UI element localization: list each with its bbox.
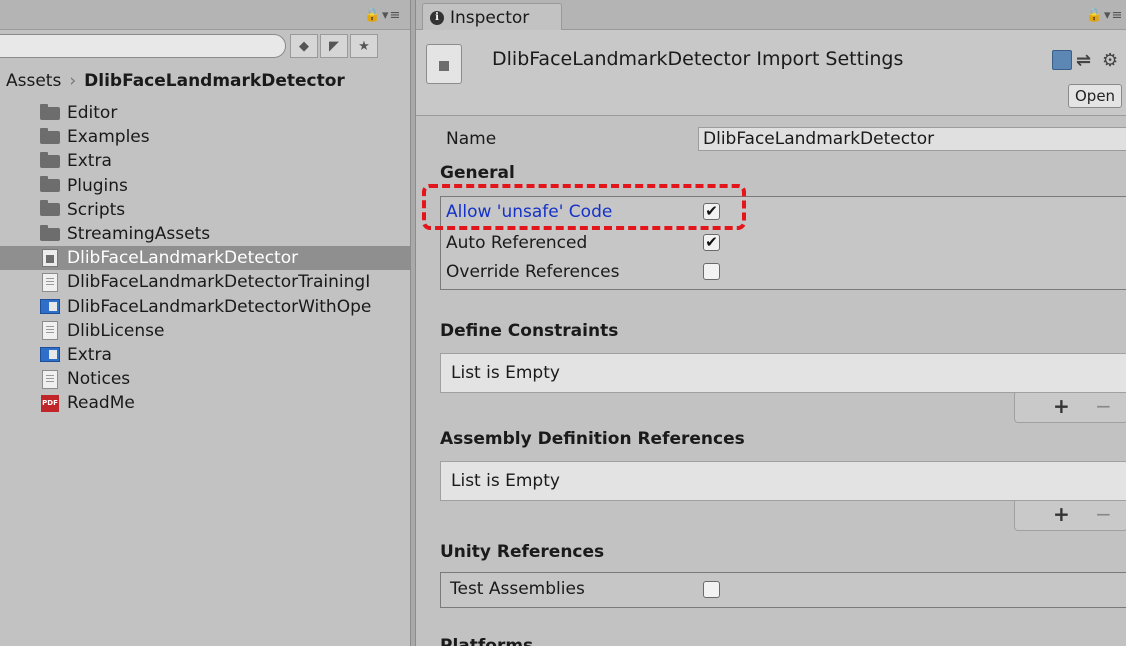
search-by-type-icon[interactable]: ◆ [290, 34, 318, 58]
info-icon: i [430, 10, 444, 25]
asset-item-label: StreamingAssets [67, 224, 211, 245]
tab-inspector-label: Inspector [450, 7, 530, 28]
asset-item[interactable]: DlibFaceLandmarkDetector [0, 246, 410, 271]
pdf-icon: PDF [41, 394, 59, 412]
preset-settings-icon[interactable]: ⇌ [1076, 50, 1096, 71]
asset-item[interactable]: Extra [0, 343, 410, 367]
text-document-icon [42, 369, 58, 389]
define-constraints-add-remove: + − [1014, 393, 1126, 423]
lock-icon[interactable]: 🔒 [364, 8, 381, 23]
folder-icon [40, 127, 60, 144]
open-button[interactable]: Open [1068, 84, 1123, 108]
assembly-references-add-remove: + − [1014, 501, 1126, 531]
search-by-label-icon[interactable]: ◤ [320, 34, 348, 58]
unity-references-title: Unity References [440, 542, 605, 562]
general-section-title: General [440, 163, 515, 183]
override-references-checkbox[interactable] [703, 263, 720, 280]
remove-reference-button[interactable]: − [1095, 502, 1112, 526]
asset-item[interactable]: Editor [0, 101, 410, 125]
asset-item[interactable]: StreamingAssets [0, 222, 410, 246]
inspector-tab-bar: i Inspector 🔒 ▾≡ [416, 0, 1126, 31]
asset-item-label: Extra [67, 151, 112, 172]
override-references-label: Override References [446, 262, 620, 282]
asset-item[interactable]: DlibFaceLandmarkDetectorWithOpe [0, 295, 410, 319]
asset-item[interactable]: PDF ReadMe [0, 391, 410, 415]
add-reference-button[interactable]: + [1053, 502, 1070, 526]
assembly-references-empty-text: List is Empty [451, 471, 560, 491]
breadcrumb-root[interactable]: Assets [6, 71, 61, 91]
text-document-icon [42, 272, 58, 292]
help-icon[interactable] [1052, 50, 1072, 70]
folder-icon [40, 151, 60, 168]
assembly-references-title: Assembly Definition References [440, 429, 745, 449]
assembly-definition-icon [42, 249, 58, 268]
auto-referenced-label: Auto Referenced [446, 233, 588, 253]
project-tab-bar: 🔒 ▾≡ [0, 0, 410, 30]
asset-blue-icon [40, 299, 60, 315]
asset-item-label: ReadMe [67, 393, 135, 414]
asset-item[interactable]: DlibFaceLandmarkDetectorTrainingI [0, 270, 410, 294]
asset-item-label: DlibFaceLandmarkDetectorWithOpe [67, 296, 372, 317]
asset-blue-icon [40, 347, 60, 363]
tab-inspector[interactable]: i Inspector [422, 3, 562, 31]
test-assemblies-label: Test Assemblies [450, 579, 585, 599]
asset-list: Editor Examples Extra Plugins Scripts Streami… [0, 96, 410, 415]
asset-item[interactable]: Plugins [0, 174, 410, 198]
asset-item-label: Notices [67, 369, 131, 390]
remove-constraint-button[interactable]: − [1095, 394, 1112, 418]
inspector-menu-icon[interactable]: ▾≡ [1104, 8, 1123, 23]
breadcrumb-separator: › [69, 71, 77, 91]
asset-item[interactable]: Scripts [0, 198, 410, 222]
folder-icon [40, 200, 60, 217]
folder-icon [40, 103, 60, 120]
asset-item-label: DlibFaceLandmarkDetector [67, 248, 299, 269]
inspector-lock-icon[interactable]: 🔒 [1086, 8, 1103, 23]
asset-item-label: Plugins [67, 175, 128, 196]
asset-item-label: DlibFaceLandmarkDetectorTrainingI [67, 272, 371, 293]
add-constraint-button[interactable]: + [1053, 394, 1070, 418]
favorites-star-icon[interactable]: ★ [350, 34, 378, 58]
folder-icon [40, 224, 60, 241]
define-constraints-list: List is Empty [440, 353, 1126, 393]
assembly-definition-icon [426, 44, 462, 84]
asset-item-label: Extra [67, 344, 112, 365]
asset-item-label: Examples [67, 127, 150, 148]
test-assemblies-checkbox[interactable] [703, 581, 720, 598]
asset-item-label: DlibLicense [67, 320, 165, 341]
inspector-header: DlibFaceLandmarkDetector Import Settings… [416, 30, 1126, 116]
define-constraints-empty-text: List is Empty [451, 363, 560, 383]
platforms-title: Platforms [440, 636, 534, 646]
define-constraints-title: Define Constraints [440, 321, 619, 341]
search-input[interactable] [0, 34, 286, 58]
asset-item[interactable]: Notices [0, 367, 410, 391]
text-document-icon [42, 321, 58, 341]
breadcrumb: Assets › DlibFaceLandmarkDetector [0, 66, 410, 96]
asset-item[interactable]: Examples [0, 125, 410, 149]
project-panel: 🔒 ▾≡ ◆ ◤ ★ Assets › DlibFaceLandmarkDete… [0, 0, 410, 646]
highlight-annotation [422, 184, 746, 230]
project-toolbar: ◆ ◤ ★ [0, 30, 410, 66]
name-field[interactable] [698, 127, 1126, 151]
auto-referenced-checkbox[interactable]: ✔ [703, 234, 720, 251]
asset-item[interactable]: DlibLicense [0, 319, 410, 343]
asset-item-label: Scripts [67, 199, 126, 220]
name-label: Name [446, 129, 497, 149]
asset-item[interactable]: Extra [0, 149, 410, 173]
assembly-references-list: List is Empty [440, 461, 1126, 501]
folder-icon [40, 176, 60, 193]
asset-item-label: Editor [67, 103, 118, 124]
header-title: DlibFaceLandmarkDetector Import Settings [492, 48, 904, 70]
gear-icon[interactable]: ⚙ [1102, 50, 1122, 71]
inspector-panel: i Inspector 🔒 ▾≡ DlibFaceLandmarkDetecto… [416, 0, 1126, 646]
breadcrumb-current[interactable]: DlibFaceLandmarkDetector [84, 71, 345, 91]
panel-menu-icon[interactable]: ▾≡ [382, 8, 401, 23]
